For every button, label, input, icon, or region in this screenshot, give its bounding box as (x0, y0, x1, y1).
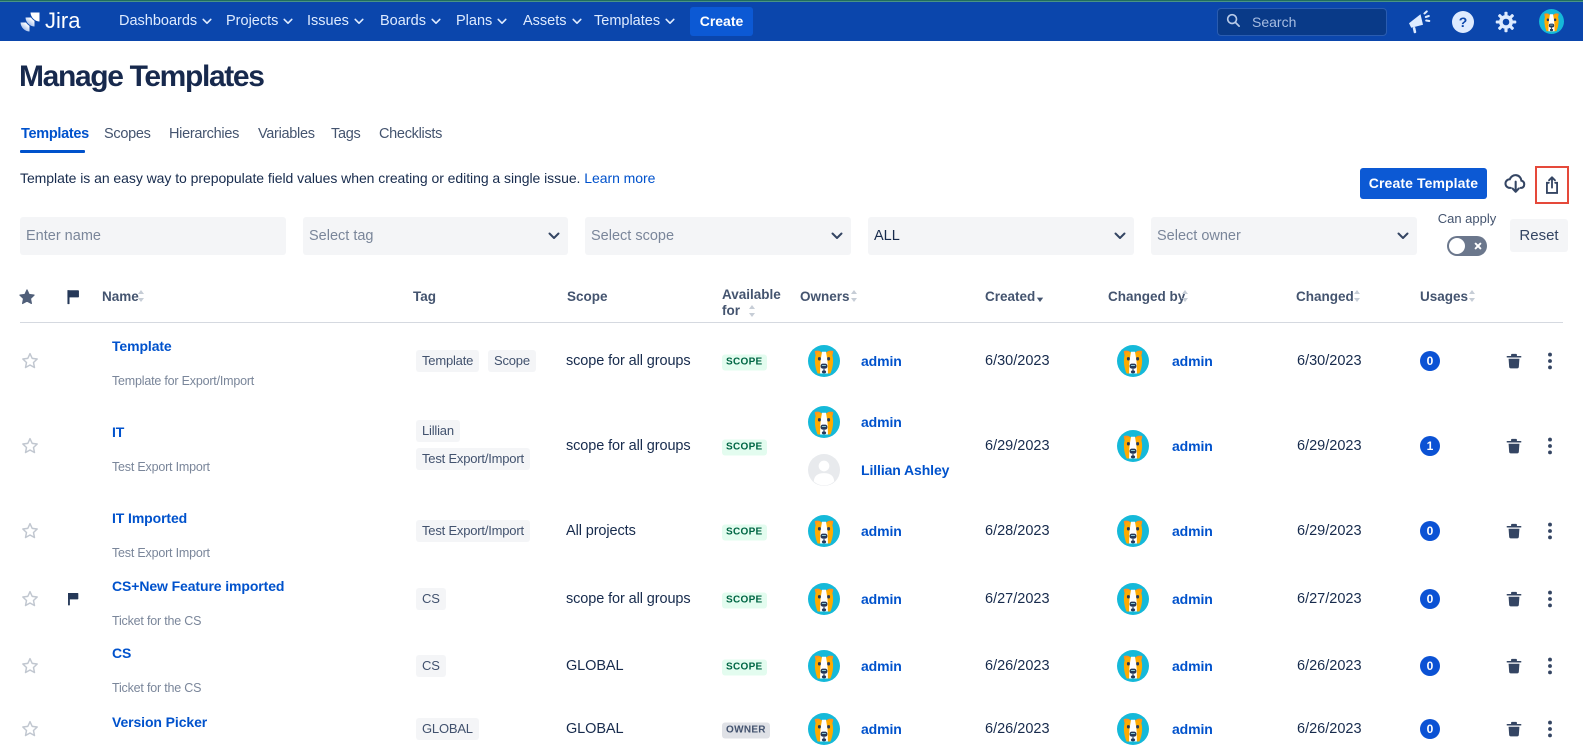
svg-text:?: ? (1459, 14, 1468, 30)
